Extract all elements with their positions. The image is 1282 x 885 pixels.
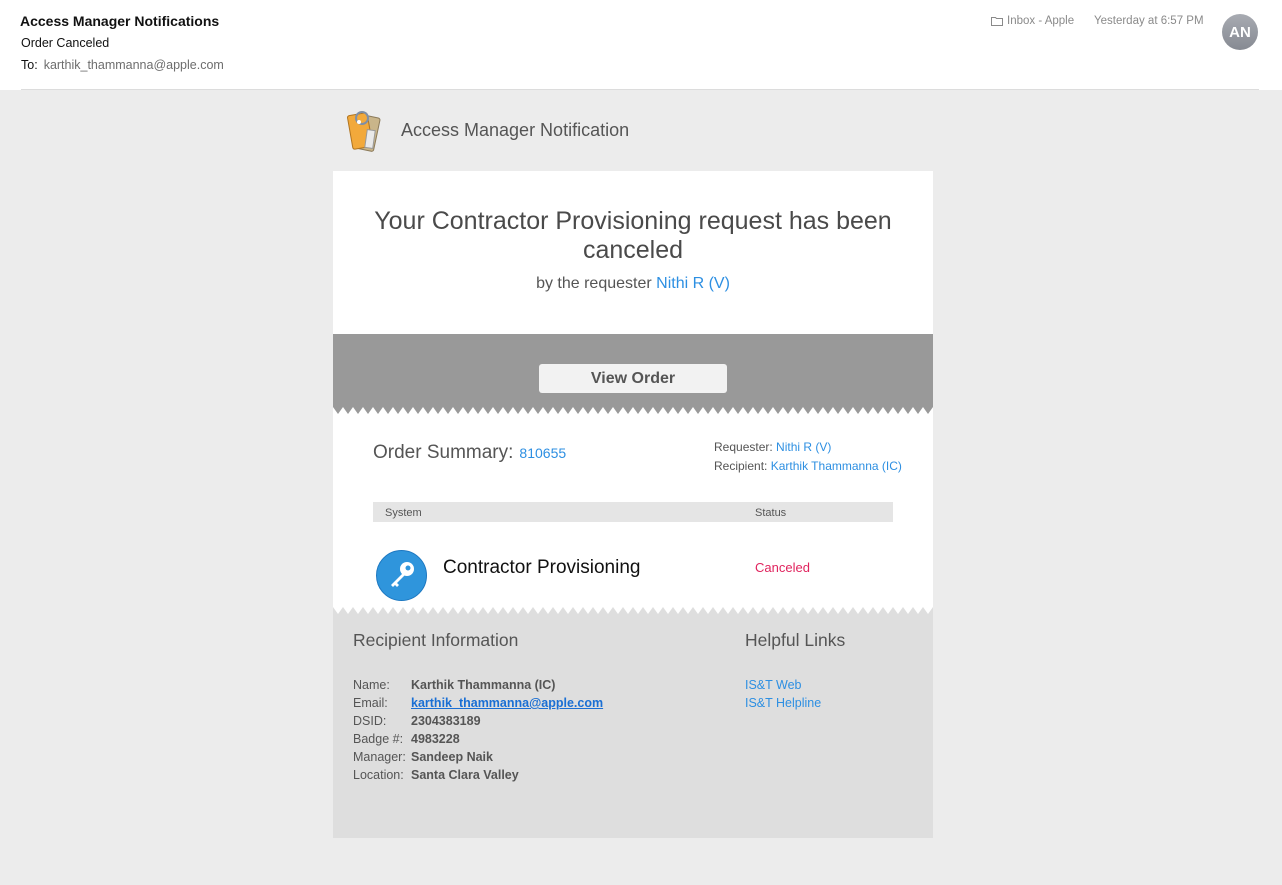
info-label: DSID: xyxy=(353,714,387,728)
to-row: To: karthik_thammanna@apple.com xyxy=(21,58,224,72)
link-ist-web[interactable]: IS&T Web xyxy=(745,676,821,694)
order-recipient-link[interactable]: Karthik Thammanna (IC) xyxy=(771,459,902,473)
info-row-email: Email: karthik_thammanna@apple.com xyxy=(353,694,603,712)
info-label: Manager: xyxy=(353,750,406,764)
to-label: To: xyxy=(21,58,38,72)
info-row-name: Name: Karthik Thammanna (IC) xyxy=(353,676,603,694)
mail-header: Access Manager Notifications Order Cance… xyxy=(0,0,1282,90)
order-summary: Order Summary: 810655 Requester: Nithi R … xyxy=(333,414,933,615)
info-value: Karthik Thammanna (IC) xyxy=(411,678,556,692)
info-row-badge: Badge #: 4983228 xyxy=(353,730,603,748)
info-label: Badge #: xyxy=(353,732,404,746)
info-value: Sandeep Naik xyxy=(411,750,493,764)
notification-card: Your Contractor Provisioning request has… xyxy=(333,171,933,838)
recipient-info-rows: Name: Karthik Thammanna (IC) Email: karthi… xyxy=(353,676,603,784)
status-badge: Canceled xyxy=(755,560,810,575)
order-number-link[interactable]: 810655 xyxy=(519,445,566,461)
key-icon xyxy=(376,550,427,601)
email-date: Yesterday at 6:57 PM xyxy=(1094,15,1204,27)
requester-row: Requester: Nithi R (V) xyxy=(714,438,902,457)
recipient-info-title: Recipient Information xyxy=(353,630,519,650)
system-name: Contractor Provisioning xyxy=(443,557,641,578)
info-label: Email: xyxy=(353,696,388,710)
notice-headline: Your Contractor Provisioning request has… xyxy=(374,207,892,264)
info-row-location: Location: Santa Clara Valley xyxy=(353,766,603,784)
notice-section: Your Contractor Provisioning request has… xyxy=(333,171,933,334)
avatar[interactable]: AN xyxy=(1222,14,1258,50)
mailbox-name: Inbox - Apple xyxy=(1007,15,1075,27)
info-value: 2304383189 xyxy=(411,714,481,728)
helpful-links: IS&T Web IS&T Helpline xyxy=(745,676,821,712)
order-summary-label: Order Summary: xyxy=(373,442,514,463)
action-band: View Order xyxy=(333,334,933,415)
recipient-label: Recipient: xyxy=(714,459,768,473)
recipient-row: Recipient: Karthik Thammanna (IC) xyxy=(714,457,902,476)
table-header: System Status xyxy=(373,502,893,522)
info-value: 4983228 xyxy=(411,732,460,746)
info-row-manager: Manager: Sandeep Naik xyxy=(353,748,603,766)
mailbox-label[interactable]: Inbox - Apple xyxy=(991,15,1074,27)
info-value: Santa Clara Valley xyxy=(411,768,519,782)
tags-icon xyxy=(347,111,381,152)
helpful-links-title: Helpful Links xyxy=(745,630,846,650)
order-parties: Requester: Nithi R (V) Recipient: Karthi… xyxy=(714,438,902,476)
link-ist-helpline[interactable]: IS&T Helpline xyxy=(745,694,821,712)
order-summary-title: Order Summary: 810655 xyxy=(373,442,566,464)
recipient-info-section: Recipient Information Helpful Links Name… xyxy=(333,614,933,838)
sender-name: Access Manager Notifications xyxy=(20,13,220,29)
header-divider xyxy=(21,89,1259,90)
folder-icon xyxy=(991,17,1003,26)
brand: Access Manager Notification xyxy=(345,104,629,154)
brand-title: Access Manager Notification xyxy=(401,119,630,140)
column-system: System xyxy=(385,507,422,519)
requester-label: Requester: xyxy=(714,440,773,454)
email-subject: Order Canceled xyxy=(21,36,110,50)
byline-prefix: by the requester xyxy=(536,275,652,292)
requester-link[interactable]: Nithi R (V) xyxy=(656,275,730,292)
email-link[interactable]: karthik_thammanna@apple.com xyxy=(411,694,603,712)
column-status: Status xyxy=(755,507,787,519)
to-address[interactable]: karthik_thammanna@apple.com xyxy=(44,58,224,72)
info-row-dsid: DSID: 2304383189 xyxy=(353,712,603,730)
order-requester-link[interactable]: Nithi R (V) xyxy=(776,440,831,454)
info-label: Location: xyxy=(353,768,404,782)
view-order-button[interactable]: View Order xyxy=(539,364,727,393)
notice-byline: by the requester Nithi R (V) xyxy=(333,275,933,293)
info-label: Name: xyxy=(353,678,390,692)
